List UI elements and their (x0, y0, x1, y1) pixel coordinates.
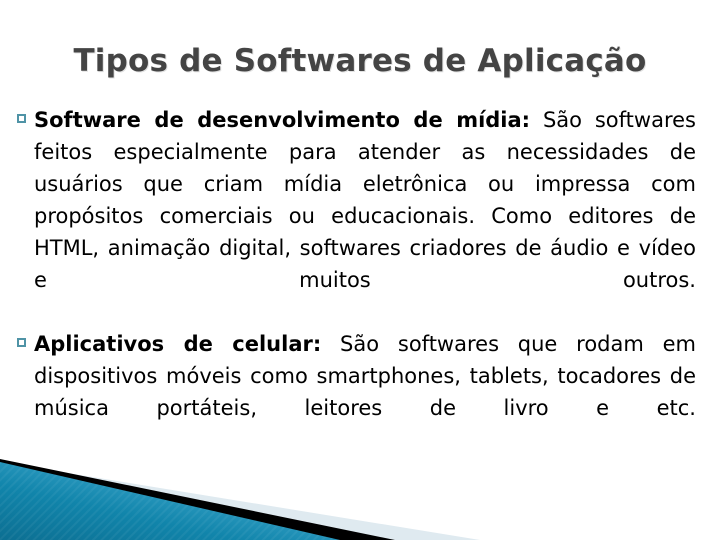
bullet-item: Software de desenvolvimento de mídia: Sã… (16, 104, 696, 328)
black-diagonal-stripe (0, 459, 395, 540)
slide-title: Tipos de Softwares de Aplicação (73, 43, 647, 79)
bullet-item: Aplicativos de celular: São softwares qu… (16, 328, 696, 456)
diagonal-corner-banner (0, 445, 720, 540)
teal-wedge-texture (0, 462, 340, 540)
slide-body: Software de desenvolvimento de mídia: Sã… (16, 104, 696, 456)
hollow-square-bullet-icon (17, 338, 26, 347)
bullet-body-text: São softwares feitos especialmente para … (34, 108, 696, 292)
teal-diagonal-wedge (0, 462, 340, 540)
pale-diagonal-band (0, 462, 480, 540)
bullet-lead-label: Aplicativos de celular: (34, 332, 322, 356)
diagonal-corner-banner-graphic (0, 459, 480, 540)
hollow-square-bullet-icon (17, 114, 26, 123)
bullet-lead-label: Software de desenvolvimento de mídia: (34, 108, 531, 132)
presentation-slide: Tipos de Softwares de Aplicação Software… (0, 0, 720, 540)
